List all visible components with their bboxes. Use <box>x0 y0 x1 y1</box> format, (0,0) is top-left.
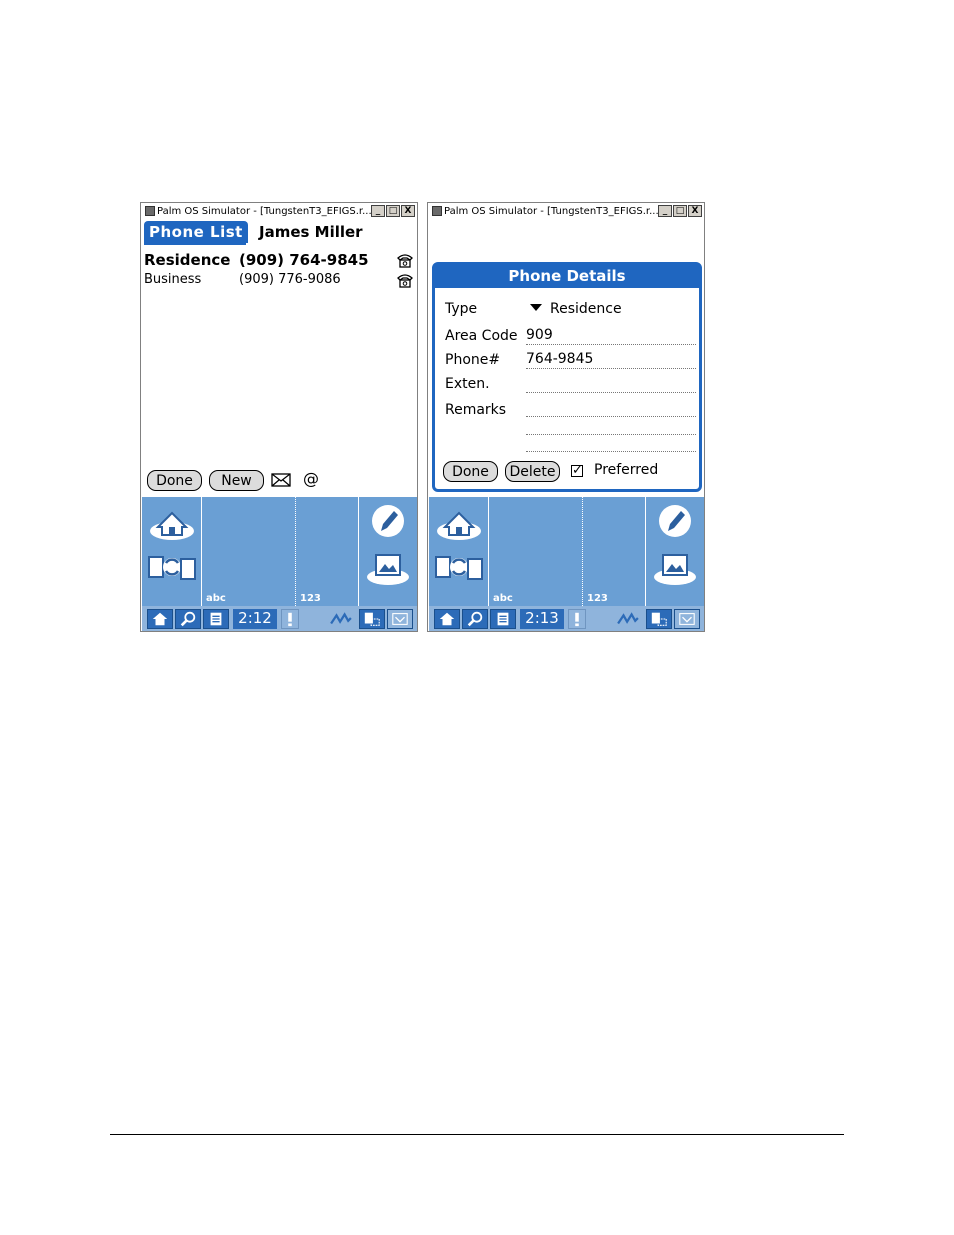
remarks-line[interactable] <box>526 451 696 452</box>
search-icon[interactable] <box>175 609 201 629</box>
display-image-icon[interactable] <box>651 549 699 587</box>
remarks-field[interactable] <box>526 398 696 417</box>
menu-icon[interactable] <box>490 609 516 629</box>
phone-number-field[interactable]: 764-9845 <box>526 350 696 369</box>
graffiti-123-label: 123 <box>587 593 608 604</box>
remarks-line[interactable] <box>526 434 696 435</box>
graffiti-divider <box>488 497 489 606</box>
graffiti-divider <box>582 497 583 606</box>
delete-button[interactable]: Delete <box>505 461 560 482</box>
graffiti-abc-label: abc <box>493 593 513 604</box>
window-titlebar[interactable]: Palm OS Simulator - [TungstenT3_EFIGS.r.… <box>141 203 417 220</box>
menu-icon[interactable] <box>203 609 229 629</box>
palm-app-icon <box>432 206 442 216</box>
collapse-input-icon[interactable] <box>674 609 700 629</box>
done-button[interactable]: Done <box>443 461 498 482</box>
rotate-screen-icon[interactable] <box>646 609 672 629</box>
home-status-icon[interactable] <box>147 609 173 629</box>
new-button[interactable]: New <box>209 470 264 491</box>
status-bar: 2:12 <box>142 606 417 631</box>
graffiti-area[interactable]: abc 123 <box>429 497 704 606</box>
tab-underline <box>144 243 246 245</box>
phone-number-label: Phone# <box>445 352 501 368</box>
window-title: Palm OS Simulator - [TungstenT3_EFIGS.r.… <box>157 206 371 217</box>
contact-name: James Miller <box>259 223 363 241</box>
area-code-field[interactable]: 909 <box>526 326 696 345</box>
type-dropdown[interactable]: Residence <box>530 301 622 317</box>
minimize-button[interactable]: _ <box>658 205 672 217</box>
phone-number: (909) 776-9086 <box>239 272 341 287</box>
maximize-button[interactable]: □ <box>673 205 687 217</box>
graffiti-divider <box>645 497 646 606</box>
graffiti-divider <box>295 497 296 606</box>
dial-phone-icon[interactable] <box>396 272 414 288</box>
graffiti-area[interactable]: abc 123 <box>142 497 417 606</box>
graffiti-toggle-icon[interactable] <box>327 609 355 629</box>
home-icon[interactable] <box>146 503 198 543</box>
alert-icon[interactable] <box>281 609 299 629</box>
graffiti-toggle-icon[interactable] <box>614 609 642 629</box>
preferred-checkbox[interactable]: ✓ <box>571 464 583 477</box>
palm-app-icon <box>145 206 155 216</box>
find-sync-icon[interactable] <box>433 551 485 585</box>
status-bar: 2:13 <box>429 606 704 631</box>
phone-type: Residence <box>144 251 231 269</box>
rotate-screen-icon[interactable] <box>359 609 385 629</box>
at-icon[interactable]: @ <box>300 470 322 488</box>
pen-input-icon[interactable] <box>370 503 406 539</box>
graffiti-divider <box>201 497 202 606</box>
done-button[interactable]: Done <box>147 470 202 491</box>
remarks-label: Remarks <box>445 402 507 418</box>
close-button[interactable]: X <box>688 205 702 217</box>
clock[interactable]: 2:12 <box>233 609 277 629</box>
pen-input-icon[interactable] <box>657 503 693 539</box>
area-code-label: Area Code <box>445 328 518 344</box>
simulator-window-phone-details: Palm OS Simulator - [TungstenT3_EFIGS.r.… <box>427 202 705 632</box>
alert-icon[interactable] <box>568 609 586 629</box>
tab-phone-list[interactable]: Phone List <box>144 221 248 243</box>
maximize-button[interactable]: □ <box>386 205 400 217</box>
collapse-input-icon[interactable] <box>387 609 413 629</box>
display-image-icon[interactable] <box>364 549 412 587</box>
close-button[interactable]: X <box>401 205 415 217</box>
extension-field[interactable] <box>526 374 696 393</box>
simulator-window-phone-list: Palm OS Simulator - [TungstenT3_EFIGS.r.… <box>140 202 418 632</box>
window-title: Palm OS Simulator - [TungstenT3_EFIGS.r.… <box>444 206 658 217</box>
home-status-icon[interactable] <box>434 609 460 629</box>
phone-number: (909) 764-9845 <box>239 251 369 269</box>
mail-icon[interactable] <box>270 471 292 489</box>
palm-screen: Phone Details Type Residence Area Code 9… <box>429 220 704 497</box>
clock[interactable]: 2:13 <box>520 609 564 629</box>
graffiti-divider <box>358 497 359 606</box>
window-titlebar[interactable]: Palm OS Simulator - [TungstenT3_EFIGS.r.… <box>428 203 704 220</box>
dial-phone-icon[interactable] <box>396 252 414 268</box>
minimize-button[interactable]: _ <box>371 205 385 217</box>
preferred-label: Preferred <box>594 462 659 478</box>
palm-screen: Phone List James Miller Residence (909) … <box>142 220 417 497</box>
graffiti-abc-label: abc <box>206 593 226 604</box>
home-icon[interactable] <box>433 503 485 543</box>
type-label: Type <box>445 301 478 317</box>
dropdown-arrow-icon <box>530 303 542 311</box>
type-value: Residence <box>550 301 622 317</box>
phone-type: Business <box>144 272 202 287</box>
dialog-title: Phone Details <box>435 265 699 288</box>
find-sync-icon[interactable] <box>146 551 198 585</box>
extension-label: Exten. <box>445 376 490 392</box>
graffiti-123-label: 123 <box>300 593 321 604</box>
search-icon[interactable] <box>462 609 488 629</box>
page-footer-rule <box>110 1134 844 1135</box>
phone-details-dialog: Phone Details Type Residence Area Code 9… <box>432 262 702 492</box>
